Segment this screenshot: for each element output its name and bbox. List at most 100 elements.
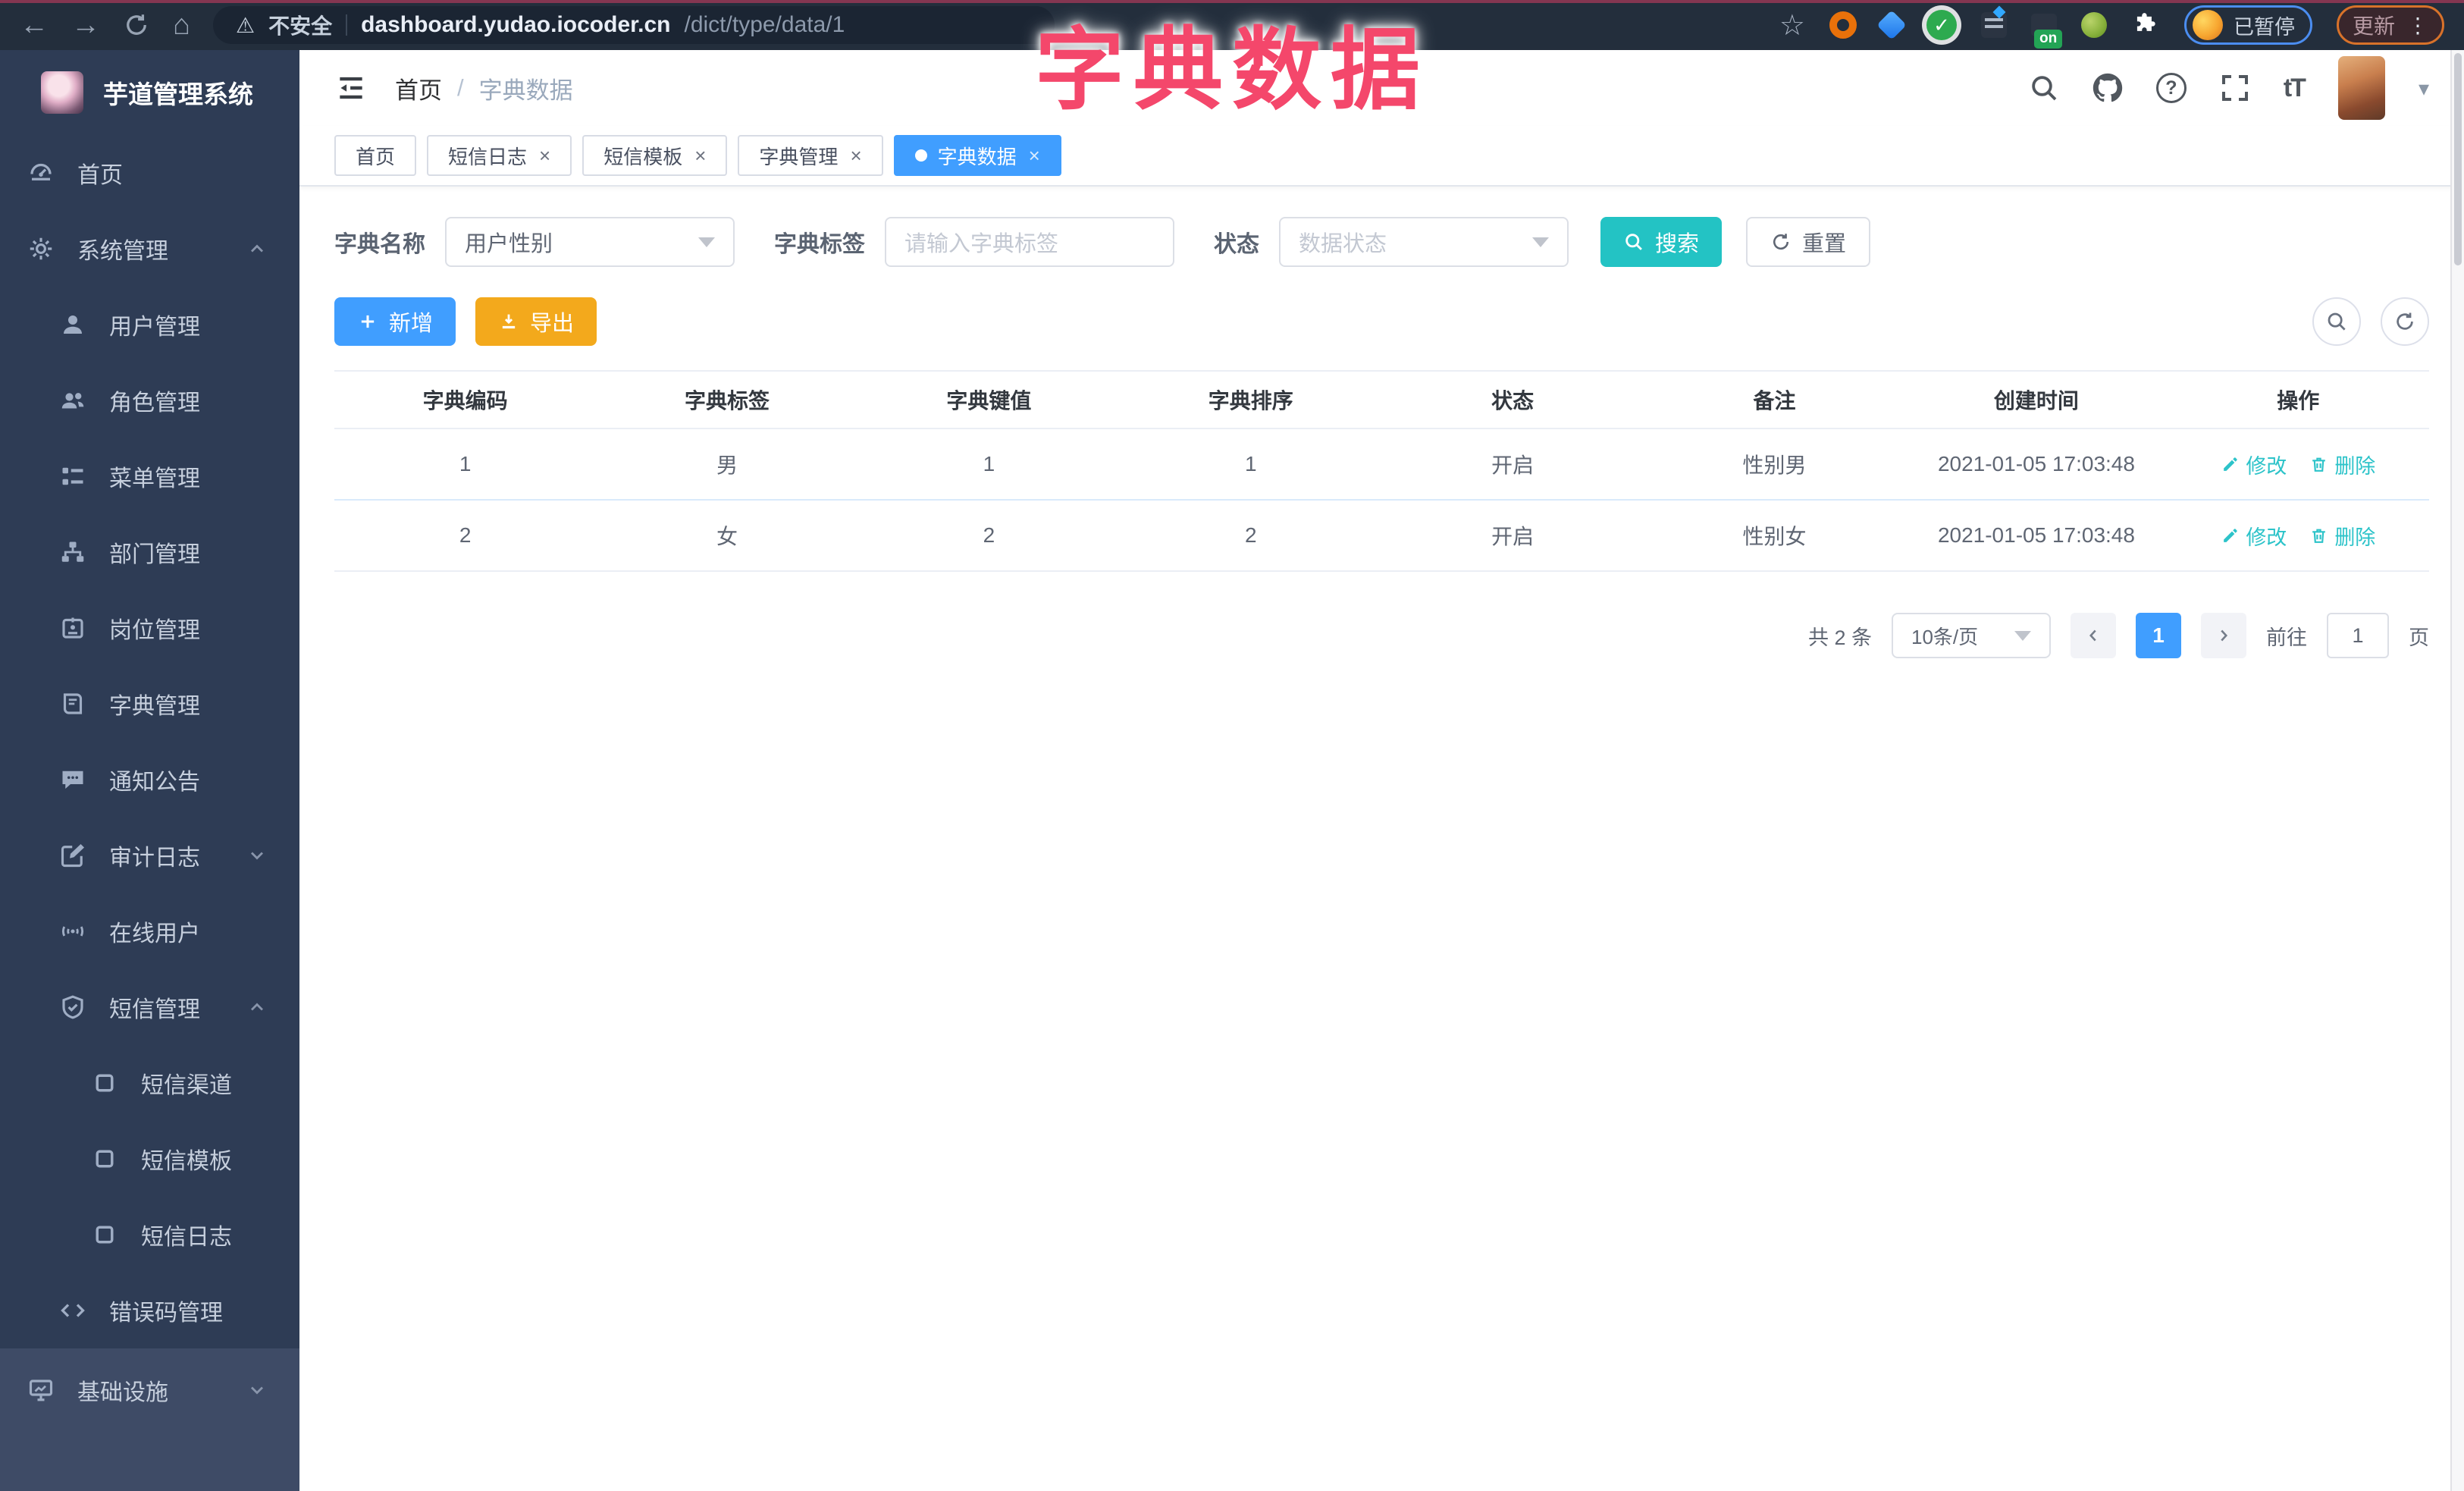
tab[interactable]: 字典管理 ×: [738, 135, 883, 176]
add-button[interactable]: 新增: [334, 297, 456, 346]
page-size-select[interactable]: 10条/页: [1892, 613, 2051, 658]
reset-button[interactable]: 重置: [1746, 217, 1871, 267]
close-icon[interactable]: ×: [850, 144, 861, 168]
sidebar-item[interactable]: 审计日志: [0, 818, 299, 893]
status-select[interactable]: 数据状态: [1279, 217, 1569, 267]
sidebar-item[interactable]: 字典管理: [0, 666, 299, 742]
sidebar-item[interactable]: 角色管理: [0, 363, 299, 438]
close-icon[interactable]: ×: [694, 144, 706, 168]
collapse-menu-icon[interactable]: [334, 71, 368, 105]
online-icon: [59, 918, 86, 945]
edit-label: 修改: [2246, 526, 2287, 549]
next-page-button[interactable]: [2201, 613, 2246, 658]
breadcrumb-separator: /: [457, 74, 464, 101]
tab[interactable]: 短信日志 ×: [427, 135, 572, 176]
home-icon[interactable]: ⌂: [173, 11, 190, 39]
font-size-icon[interactable]: tT: [2284, 74, 2306, 103]
sidebar-item[interactable]: 首页: [0, 135, 299, 211]
reload-icon[interactable]: [123, 11, 150, 39]
breadcrumb-home[interactable]: 首页: [395, 71, 442, 105]
trash-icon: [2309, 455, 2328, 474]
sidebar-item-label: 系统管理: [77, 239, 168, 264]
sidebar-item[interactable]: 通知公告: [0, 742, 299, 818]
sidebar-item[interactable]: 错误码管理: [0, 1273, 299, 1348]
goto-page-input[interactable]: 1: [2327, 613, 2389, 658]
sidebar-item[interactable]: 基础设施: [0, 1348, 299, 1432]
sidebar-item-label: 审计日志: [109, 846, 200, 871]
sidebar-item[interactable]: 短信模板: [0, 1121, 299, 1197]
search-button[interactable]: 搜索: [1600, 217, 1723, 267]
sidebar-item-label: 首页: [77, 163, 123, 188]
scrollbar-thumb[interactable]: [2454, 53, 2462, 265]
cell-value: 1: [983, 452, 995, 476]
column-header: 状态: [1491, 389, 1535, 413]
chevron-up-icon: [246, 997, 268, 1018]
sidebar-item[interactable]: 短信渠道: [0, 1045, 299, 1121]
sidebar-item[interactable]: 菜单管理: [0, 438, 299, 514]
profile-paused-badge[interactable]: 已暂停: [2183, 5, 2312, 45]
cell-created: 2021-01-05 17:03:48: [1937, 523, 2135, 547]
extension-sliders-icon[interactable]: [1980, 12, 2007, 38]
dict-name-label: 字典名称: [334, 232, 425, 257]
sidebar-item[interactable]: 在线用户: [0, 893, 299, 969]
extension-green-check-icon[interactable]: ✓: [1926, 10, 1957, 40]
tab[interactable]: 短信模板 ×: [582, 135, 728, 176]
github-icon[interactable]: [2093, 73, 2123, 103]
column-header: 字典编码: [422, 389, 508, 413]
extension-leaf-icon[interactable]: [2080, 12, 2107, 38]
close-icon[interactable]: ×: [1029, 144, 1040, 168]
on-badge: on: [2033, 30, 2063, 49]
app-title: 芋道管理系统: [103, 80, 253, 108]
tab[interactable]: 字典数据 ×: [893, 135, 1061, 176]
delete-label: 删除: [2334, 526, 2376, 549]
chevron-down-icon: [698, 237, 715, 247]
cell-actions: 修改 删除: [2168, 521, 2429, 551]
page-scrollbar[interactable]: [2450, 50, 2464, 1491]
dict-name-select[interactable]: 用户性别: [445, 217, 735, 267]
sidebar-item[interactable]: 部门管理: [0, 514, 299, 590]
delete-link[interactable]: 删除: [2309, 521, 2375, 551]
page-number-button[interactable]: 1: [2136, 613, 2181, 658]
help-icon[interactable]: ?: [2155, 73, 2187, 103]
delete-link[interactable]: 删除: [2309, 450, 2375, 479]
data-table: 字典编码 字典标签 字典键值 字典排序 状态 备注 创建时间 操作 1 男 1 1 开启 性别男 2021…: [334, 370, 2429, 572]
update-button[interactable]: 更新 ⋮: [2336, 5, 2444, 45]
app-logo-row[interactable]: 芋道管理系统: [0, 50, 299, 135]
tab-label: 短信日志: [448, 145, 528, 168]
download-icon: [502, 314, 516, 329]
extensions-puzzle-icon[interactable]: [2131, 11, 2160, 39]
kebab-menu-icon[interactable]: ⋮: [2407, 13, 2428, 38]
back-icon[interactable]: ←: [20, 11, 49, 39]
address-bar[interactable]: ⚠ 不安全 dashboard.yudao.iocoder.cn/dict/ty…: [212, 6, 1055, 44]
close-icon[interactable]: ×: [539, 144, 550, 168]
table-utility-buttons: [2312, 297, 2429, 346]
column-header: 字典排序: [1208, 389, 1293, 413]
pencil-icon: [2221, 526, 2240, 545]
edit-link[interactable]: 修改: [2221, 450, 2287, 479]
search-icon[interactable]: [2029, 73, 2059, 103]
extension-orange-icon[interactable]: [1829, 11, 1857, 39]
chevron-down-icon[interactable]: ▾: [2419, 76, 2429, 101]
user-avatar[interactable]: [2337, 56, 2385, 120]
cell-value: 2: [983, 523, 995, 547]
prev-page-button[interactable]: [2071, 613, 2116, 658]
refresh-icon: [2397, 312, 2413, 330]
edit-link[interactable]: 修改: [2221, 521, 2287, 551]
refresh-table-button[interactable]: [2381, 297, 2429, 346]
export-button[interactable]: 导出: [475, 297, 597, 346]
sidebar-item[interactable]: 短信管理: [0, 969, 299, 1045]
fullscreen-icon[interactable]: [2220, 73, 2250, 103]
sidebar-item[interactable]: 系统管理: [0, 211, 299, 287]
sidebar-item-label: 岗位管理: [109, 618, 200, 643]
extension-blue-icon[interactable]: [1876, 10, 1907, 40]
toggle-search-button[interactable]: [2312, 297, 2361, 346]
chevron-left-icon: [2089, 629, 2096, 642]
extension-switch-icon[interactable]: on: [2030, 14, 2063, 49]
sidebar-item[interactable]: 短信日志: [0, 1197, 299, 1273]
forward-icon[interactable]: →: [71, 11, 100, 39]
sidebar-item[interactable]: 岗位管理: [0, 590, 299, 666]
bookmark-star-icon[interactable]: ☆: [1779, 8, 1805, 42]
tab[interactable]: 首页: [334, 135, 417, 176]
sidebar-item[interactable]: 用户管理: [0, 287, 299, 363]
dict-tag-input[interactable]: 请输入字典标签: [885, 217, 1174, 267]
